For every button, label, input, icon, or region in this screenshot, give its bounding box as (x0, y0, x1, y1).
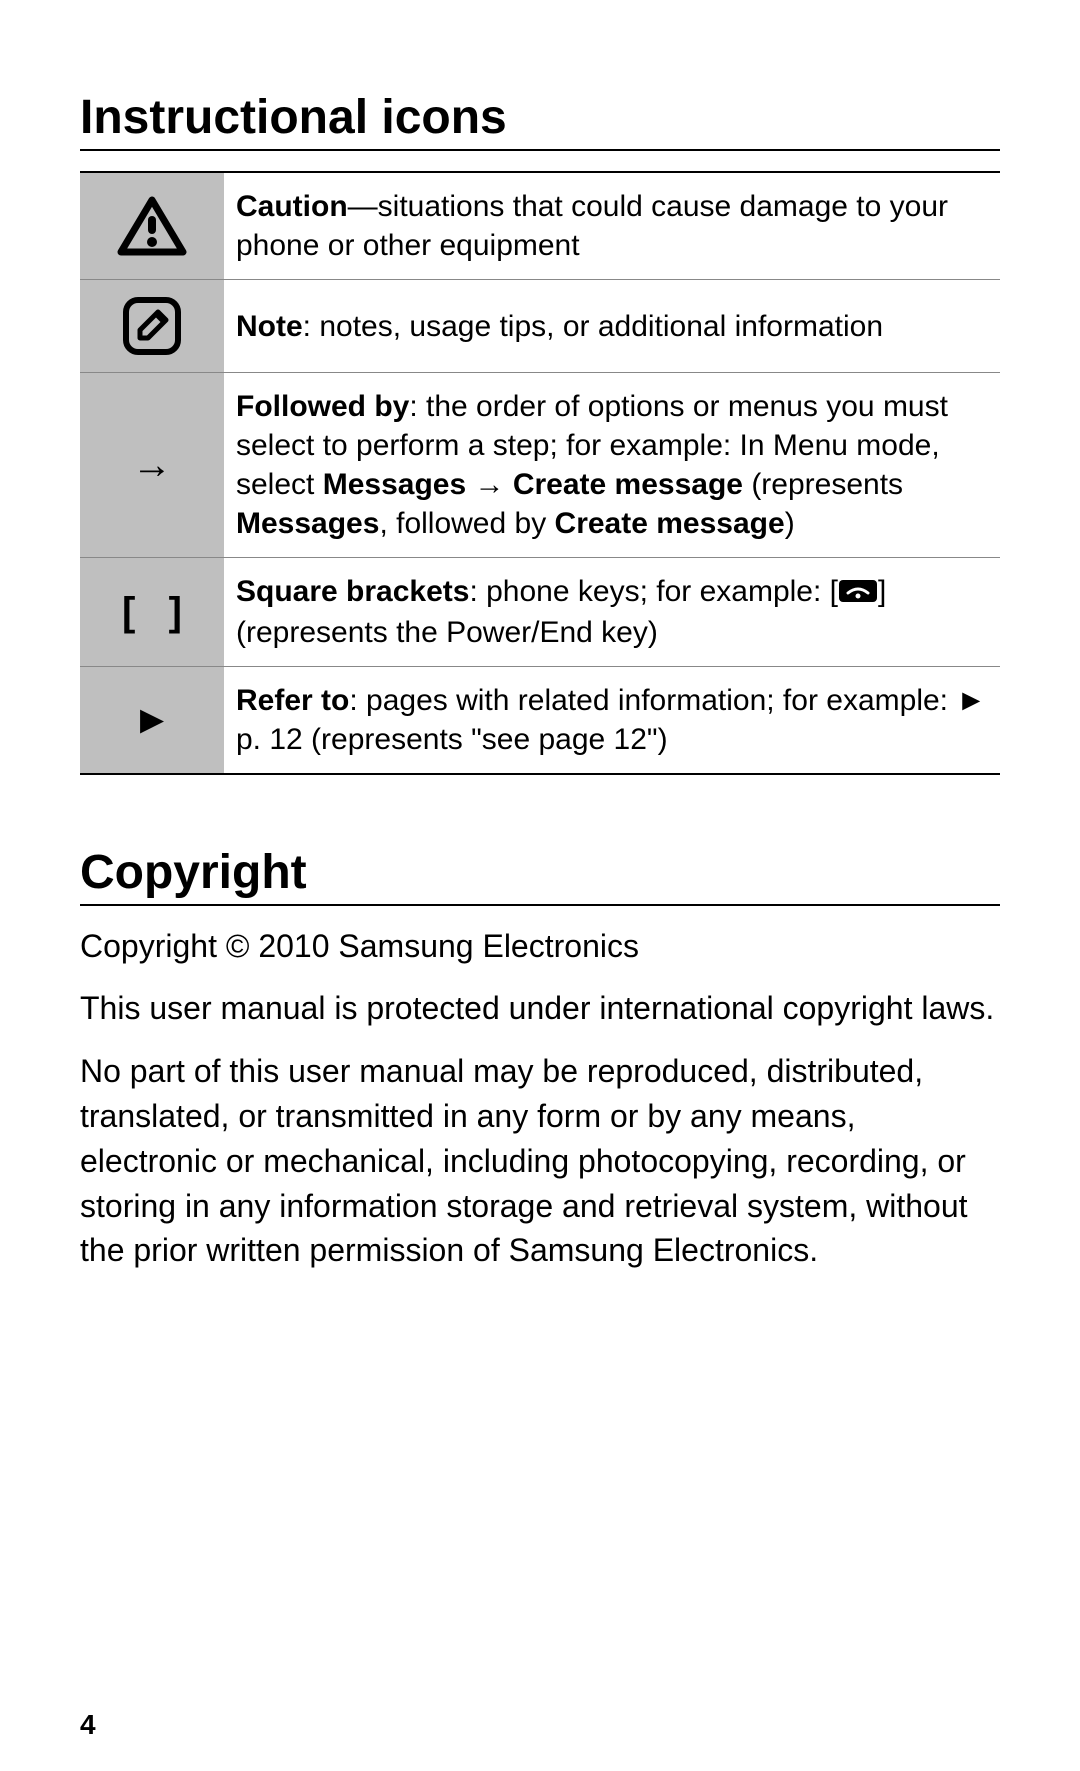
copyright-protected: This user manual is protected under inte… (80, 986, 1000, 1031)
followed-by-desc: Followed by: the order of options or men… (224, 373, 1000, 558)
bold-label: Refer to (236, 684, 349, 717)
note-desc: Note: notes, usage tips, or additional i… (224, 280, 1000, 373)
caution-desc: Caution—situations that could cause dama… (224, 172, 1000, 280)
arrow: → (466, 468, 513, 501)
refer-to-desc: Refer to: pages with related information… (224, 666, 1000, 774)
t: ) (785, 507, 795, 540)
bold-label: Square brackets (236, 575, 469, 608)
brackets-icon: [ ] (80, 558, 224, 667)
copyright-section: Copyright Copyright © 2010 Samsung Elect… (80, 845, 1000, 1274)
t: : phone keys; for example: [ (469, 575, 838, 608)
icons-table: Caution—situations that could cause dama… (80, 171, 1000, 775)
b1: Messages (323, 468, 466, 501)
t: (represents (743, 468, 903, 501)
table-row: → Followed by: the order of options or m… (80, 373, 1000, 558)
arrow-icon: → (80, 373, 224, 558)
brackets-desc: Square brackets: phone keys; for example… (224, 558, 1000, 667)
t: : pages with related information; for ex… (236, 684, 986, 756)
section-title-icons: Instructional icons (80, 90, 1000, 151)
t: , followed by (379, 507, 554, 540)
page-number: 4 (80, 1709, 96, 1741)
copyright-body: No part of this user manual may be repro… (80, 1049, 1000, 1273)
b3: Messages (236, 507, 379, 540)
bold-label: Note (236, 310, 303, 343)
note-icon (80, 280, 224, 373)
sep: — (348, 190, 378, 223)
bold-label: Caution (236, 190, 348, 223)
copyright-line: Copyright © 2010 Samsung Electronics (80, 924, 1000, 969)
section-title-copyright: Copyright (80, 845, 1000, 906)
power-end-key-icon (838, 574, 878, 613)
caution-icon (80, 172, 224, 280)
sep: : (303, 310, 320, 343)
refer-to-icon: ► (80, 666, 224, 774)
table-row: Note: notes, usage tips, or additional i… (80, 280, 1000, 373)
table-row: [ ] Square brackets: phone keys; for exa… (80, 558, 1000, 667)
table-row: Caution—situations that could cause dama… (80, 172, 1000, 280)
bold-label: Followed by (236, 390, 409, 423)
b4: Create message (555, 507, 785, 540)
rest: notes, usage tips, or additional informa… (319, 310, 883, 343)
table-row: ► Refer to: pages with related informati… (80, 666, 1000, 774)
b2: Create message (513, 468, 743, 501)
